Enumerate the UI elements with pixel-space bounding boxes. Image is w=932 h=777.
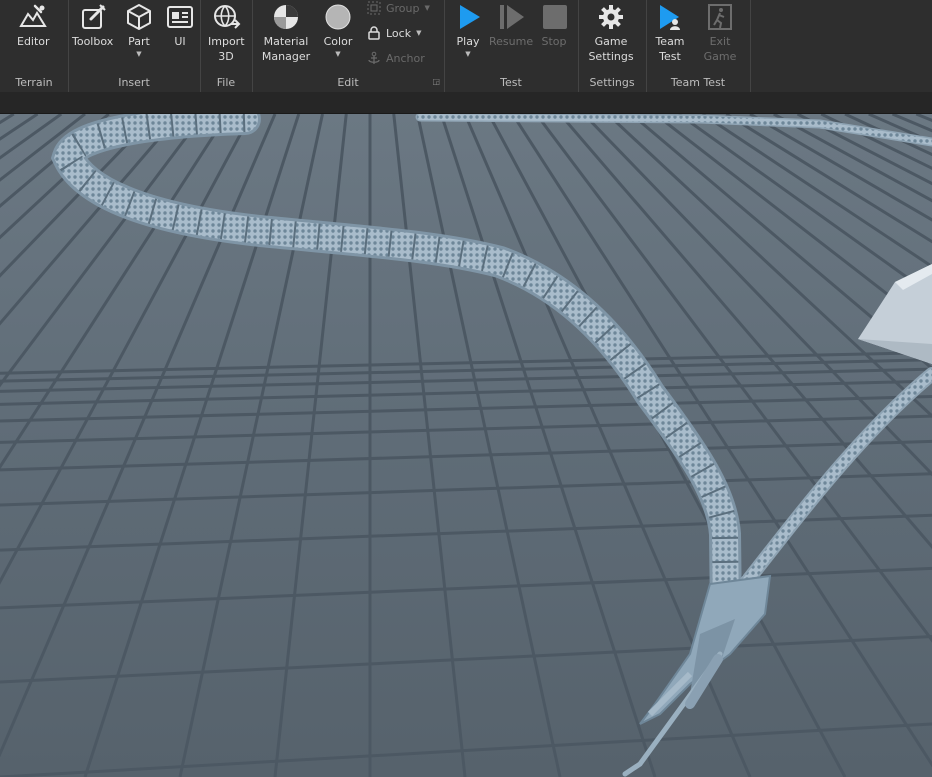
- team-test-label: Team Test: [655, 35, 685, 63]
- ribbon-bottom-strip: [0, 92, 932, 114]
- exit-game-icon: [704, 0, 736, 34]
- import-3d-button[interactable]: Import 3D: [208, 0, 245, 64]
- group-label-insert: Insert: [118, 76, 150, 89]
- group-file: Import 3D File: [200, 0, 253, 92]
- resume-icon: [495, 0, 527, 34]
- group-dropdown-arrow-icon: ▼: [424, 4, 430, 12]
- part-button[interactable]: Part ▼: [123, 0, 155, 59]
- stop-button[interactable]: Stop: [538, 0, 570, 49]
- lock-button[interactable]: Lock ▼: [367, 22, 421, 44]
- material-manager-icon: [270, 0, 302, 34]
- group-label-settings: Settings: [589, 76, 635, 89]
- group-label: Group: [386, 1, 420, 15]
- material-manager-label: Material Manager: [261, 35, 311, 63]
- group-edit: Material Manager Color ▼ Group ▼ Lock ▼: [252, 0, 445, 92]
- ribbon-toolbar: Editor Terrain Toolbox Part ▼ UI Insert …: [0, 0, 932, 93]
- resume-label: Resume: [489, 35, 534, 48]
- team-test-icon: [654, 0, 686, 34]
- group-settings: Game Settings Settings: [578, 0, 647, 92]
- toolbox-label: Toolbox: [72, 35, 114, 48]
- group-team-test: Team Test Exit Game Team Test: [646, 0, 751, 92]
- terrain-editor-label: Editor: [17, 35, 50, 48]
- color-dropdown-arrow-icon[interactable]: ▼: [335, 50, 340, 59]
- game-settings-button[interactable]: Game Settings: [586, 0, 636, 64]
- material-manager-button[interactable]: Material Manager: [260, 0, 312, 64]
- play-label: Play: [456, 35, 480, 48]
- part-label: Part: [128, 35, 150, 48]
- import-3d-icon: [210, 0, 242, 34]
- group-terrain: Editor Terrain: [0, 0, 69, 92]
- color-label: Color: [323, 35, 353, 48]
- part-dropdown-arrow-icon[interactable]: ▼: [136, 50, 141, 59]
- edit-expand-icon[interactable]: ◲: [432, 77, 440, 86]
- exit-game-label: Exit Game: [703, 35, 737, 63]
- team-test-button[interactable]: Team Test: [652, 0, 688, 64]
- anchor-button[interactable]: Anchor: [367, 47, 425, 69]
- studio-window: Editor Terrain Toolbox Part ▼ UI Insert …: [0, 0, 932, 777]
- play-dropdown-arrow-icon[interactable]: ▼: [465, 50, 470, 59]
- anchor-label: Anchor: [386, 51, 425, 65]
- group-button[interactable]: Group ▼: [367, 0, 430, 19]
- group-label-edit: Edit: [337, 76, 359, 89]
- terrain-editor-button[interactable]: Editor: [17, 0, 50, 49]
- exit-game-button[interactable]: Exit Game: [702, 0, 738, 64]
- part-cube-icon: [123, 0, 155, 34]
- lock-label: Lock: [386, 26, 412, 40]
- lock-icon: [368, 26, 380, 40]
- game-settings-label: Game Settings: [588, 35, 634, 63]
- group-icon: [367, 1, 381, 15]
- group-insert: Toolbox Part ▼ UI Insert: [68, 0, 201, 92]
- play-icon: [452, 0, 484, 34]
- ui-label: UI: [174, 35, 186, 48]
- stop-icon: [538, 0, 570, 34]
- group-label-file: File: [216, 76, 236, 89]
- ui-icon: [164, 0, 196, 34]
- stop-label: Stop: [541, 35, 567, 48]
- group-test: Play ▼ Resume Stop Test: [444, 0, 579, 92]
- toolbox-button[interactable]: Toolbox: [72, 0, 113, 49]
- 3d-viewport[interactable]: [0, 114, 932, 777]
- group-label-team-test: Team Test: [670, 76, 726, 89]
- gear-icon: [595, 0, 627, 34]
- toolbox-icon: [77, 0, 109, 34]
- play-button[interactable]: Play ▼: [452, 0, 484, 59]
- ui-button[interactable]: UI: [164, 0, 196, 49]
- group-label-test: Test: [500, 76, 522, 89]
- anchor-icon: [368, 51, 380, 64]
- color-icon: [322, 0, 354, 34]
- color-button[interactable]: Color ▼: [322, 0, 354, 59]
- lock-dropdown-arrow-icon: ▼: [416, 29, 422, 37]
- group-label-terrain: Terrain: [15, 76, 53, 89]
- terrain-editor-icon: [17, 0, 49, 34]
- import-3d-label: Import 3D: [208, 35, 245, 63]
- resume-button[interactable]: Resume: [489, 0, 533, 49]
